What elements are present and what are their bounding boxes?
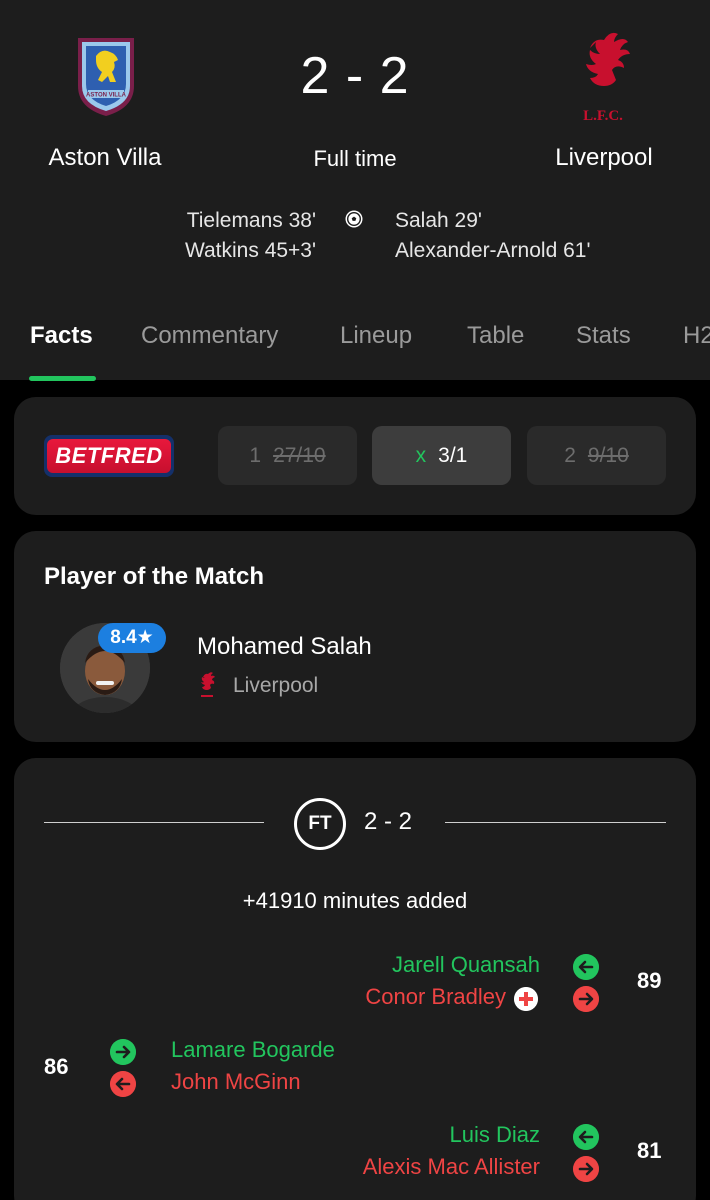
odds-draw-button[interactable]: x 3/1 bbox=[372, 426, 511, 485]
home-scorers: Tielemans 38' Watkins 45+3' bbox=[110, 206, 316, 266]
odds-away-button[interactable]: 2 9/10 bbox=[527, 426, 666, 485]
crest-text: L.F.C. bbox=[583, 108, 623, 124]
sub-out-arrow-icon bbox=[573, 1156, 599, 1182]
divider bbox=[44, 822, 264, 823]
goal-scorer: Alexander-Arnold 61' bbox=[395, 239, 591, 262]
odds-value: 27/10 bbox=[273, 443, 326, 467]
match-tabs: Facts Commentary Lineup Table Stats H2H bbox=[0, 318, 710, 381]
injury-icon bbox=[514, 987, 538, 1011]
crest-text: ASTON VILLA bbox=[86, 93, 127, 99]
liverpool-crest-icon: L.F.C. bbox=[583, 32, 630, 124]
bookmaker-name: BETFRED bbox=[55, 443, 163, 468]
goal-scorer: Tielemans 38' bbox=[186, 209, 316, 232]
ft-score: 2 - 2 bbox=[364, 808, 413, 835]
match-score: 2 - 2 bbox=[300, 47, 410, 105]
sub-player-in[interactable]: Luis Diaz bbox=[450, 1122, 540, 1148]
odds-key: x bbox=[415, 443, 427, 467]
odds-key: 2 bbox=[564, 443, 576, 467]
sub-out-arrow-icon bbox=[573, 986, 599, 1012]
event-minute: 81 bbox=[637, 1138, 662, 1163]
tab-h2h[interactable]: H2H bbox=[683, 322, 710, 350]
sub-out-arrow-icon bbox=[110, 1071, 136, 1097]
divider bbox=[445, 822, 666, 823]
sub-player-out[interactable]: John McGinn bbox=[171, 1069, 301, 1095]
player-team: Liverpool bbox=[233, 674, 319, 697]
sub-player-out[interactable]: Conor Bradley bbox=[365, 984, 506, 1010]
match-status: Full time bbox=[313, 146, 397, 171]
event-minute: 89 bbox=[637, 968, 662, 993]
odds-value: 3/1 bbox=[438, 443, 468, 467]
sub-player-in[interactable]: Lamare Bogarde bbox=[171, 1037, 335, 1063]
liverpool-crest-icon bbox=[201, 672, 215, 697]
home-team-name[interactable]: Aston Villa bbox=[5, 144, 205, 172]
away-scorers: Salah 29' Alexander-Arnold 61' bbox=[395, 206, 655, 266]
match-events-card: FT 2 - 2 +41910 minutes added Jarell Qua… bbox=[14, 758, 696, 1200]
match-header: ASTON VILLA L.F.C. Aston Villa 2 - 2 Ful… bbox=[0, 0, 710, 381]
active-tab-indicator bbox=[29, 376, 96, 381]
potm-title: Player of the Match bbox=[44, 563, 265, 590]
goal-scorer: Watkins 45+3' bbox=[184, 239, 316, 262]
rating-badge: 8.4★ bbox=[98, 623, 166, 653]
event-minute: 86 bbox=[44, 1054, 69, 1079]
tab-facts[interactable]: Facts bbox=[30, 322, 93, 350]
sub-player-out[interactable]: Alexis Mac Allister bbox=[363, 1154, 540, 1180]
aston-villa-crest-icon: ASTON VILLA bbox=[78, 38, 134, 116]
tab-lineup[interactable]: Lineup bbox=[340, 322, 412, 350]
tab-table[interactable]: Table bbox=[467, 322, 524, 350]
odds-home-button[interactable]: 1 27/10 bbox=[218, 426, 357, 485]
odds-value: 9/10 bbox=[587, 443, 629, 467]
tab-stats[interactable]: Stats bbox=[576, 322, 631, 350]
player-of-the-match-card[interactable]: Player of the Match 8.4★ Mohamed Salah L… bbox=[14, 531, 696, 742]
sub-in-arrow-icon bbox=[573, 1124, 599, 1150]
odds-key: 1 bbox=[249, 443, 262, 467]
sub-player-in[interactable]: Jarell Quansah bbox=[392, 952, 540, 978]
betfred-logo-bg: BETFRED bbox=[47, 439, 171, 473]
added-time-text: +41910 minutes added bbox=[242, 888, 468, 913]
sub-in-arrow-icon bbox=[573, 954, 599, 980]
goal-scorer: Salah 29' bbox=[395, 209, 482, 232]
tab-commentary[interactable]: Commentary bbox=[141, 322, 278, 350]
football-icon bbox=[345, 210, 363, 228]
ft-badge: FT bbox=[294, 798, 346, 850]
away-team-name[interactable]: Liverpool bbox=[504, 144, 704, 172]
odds-card: BETFRED 1 27/10 x 3/1 2 9/10 bbox=[14, 397, 696, 515]
betfred-logo[interactable]: BETFRED bbox=[44, 435, 174, 477]
player-name[interactable]: Mohamed Salah bbox=[197, 633, 372, 661]
sub-in-arrow-icon bbox=[110, 1039, 136, 1065]
